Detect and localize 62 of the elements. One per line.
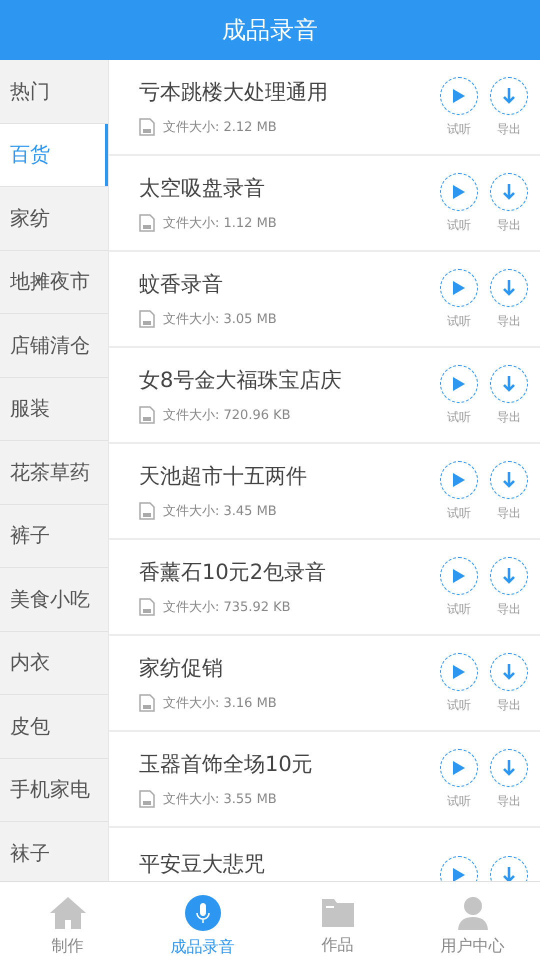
sd-card-icon [139, 310, 155, 328]
sd-card-icon [139, 118, 155, 136]
recording-title: 天池超市十五两件 [139, 463, 308, 490]
download-icon [502, 470, 516, 488]
category-item[interactable]: 店铺清仓 [0, 314, 108, 378]
play-icon [452, 88, 466, 104]
sd-card-icon [139, 790, 155, 808]
play-icon [452, 376, 466, 392]
download-icon [502, 866, 516, 881]
play-icon [452, 568, 466, 584]
recording-title: 太空吸盘录音 [139, 175, 266, 202]
file-size: 文件大小: 720.96 KB [163, 407, 291, 424]
play-icon [452, 184, 466, 200]
recording-title: 蚊香录音 [139, 271, 224, 298]
play-icon [452, 760, 466, 776]
sd-card-icon [139, 502, 155, 520]
page-title: 成品录音 [222, 15, 318, 46]
nav-tab[interactable]: 作品 [270, 882, 405, 970]
play-icon [452, 280, 466, 296]
recording-title: 平安豆大悲咒 [139, 851, 266, 878]
category-item[interactable]: 美食小吃 [0, 568, 108, 632]
category-item[interactable]: 内衣 [0, 632, 108, 695]
file-size: 文件大小: 3.45 MB [163, 503, 277, 520]
category-item[interactable]: 皮包 [0, 695, 108, 758]
recording-title: 香薰石10元2包录音 [139, 559, 328, 586]
download-icon [502, 566, 516, 584]
category-item[interactable]: 百货 [0, 124, 108, 187]
nav-tab[interactable]: 成品录音 [135, 882, 270, 970]
nav-tab[interactable]: 用户中心 [405, 882, 540, 970]
home-icon [48, 896, 86, 930]
file-size: 文件大小: 2.12 MB [163, 119, 277, 136]
file-size: 文件大小: 3.16 MB [163, 695, 277, 712]
play-icon [452, 664, 466, 680]
user-icon [456, 896, 488, 930]
sd-card-icon [139, 406, 155, 424]
nav-tab[interactable]: 制作 [0, 882, 135, 970]
play-icon [452, 472, 466, 488]
category-item[interactable]: 花茶草药 [0, 441, 108, 504]
download-icon [502, 662, 516, 680]
file-size: 文件大小: 3.55 MB [163, 791, 277, 808]
recording-title: 女8号金大福珠宝店庆 [139, 367, 342, 394]
category-item[interactable]: 服装 [0, 378, 108, 441]
download-icon [502, 182, 516, 200]
recording-title: 玉器首饰全场10元 [139, 751, 314, 778]
recording-title: 亏本跳楼大处理通用 [139, 79, 329, 106]
sd-card-icon [139, 598, 155, 616]
download-icon [502, 374, 516, 392]
download-icon [502, 86, 516, 104]
category-item[interactable]: 手机家电 [0, 758, 108, 822]
folder-icon [320, 896, 356, 928]
category-item[interactable]: 家纺 [0, 187, 108, 250]
microphone-icon [184, 894, 220, 930]
file-size: 文件大小: 735.92 KB [163, 599, 291, 616]
file-size: 文件大小: 1.12 MB [163, 215, 277, 232]
recording-title: 家纺促销 [139, 655, 224, 682]
category-item[interactable]: 地摊夜市 [0, 250, 108, 314]
download-icon [502, 758, 516, 776]
download-icon [502, 278, 516, 296]
sd-card-icon [139, 694, 155, 712]
sd-card-icon [139, 214, 155, 232]
category-item[interactable]: 裤子 [0, 504, 108, 568]
file-size: 文件大小: 3.05 MB [163, 311, 277, 328]
